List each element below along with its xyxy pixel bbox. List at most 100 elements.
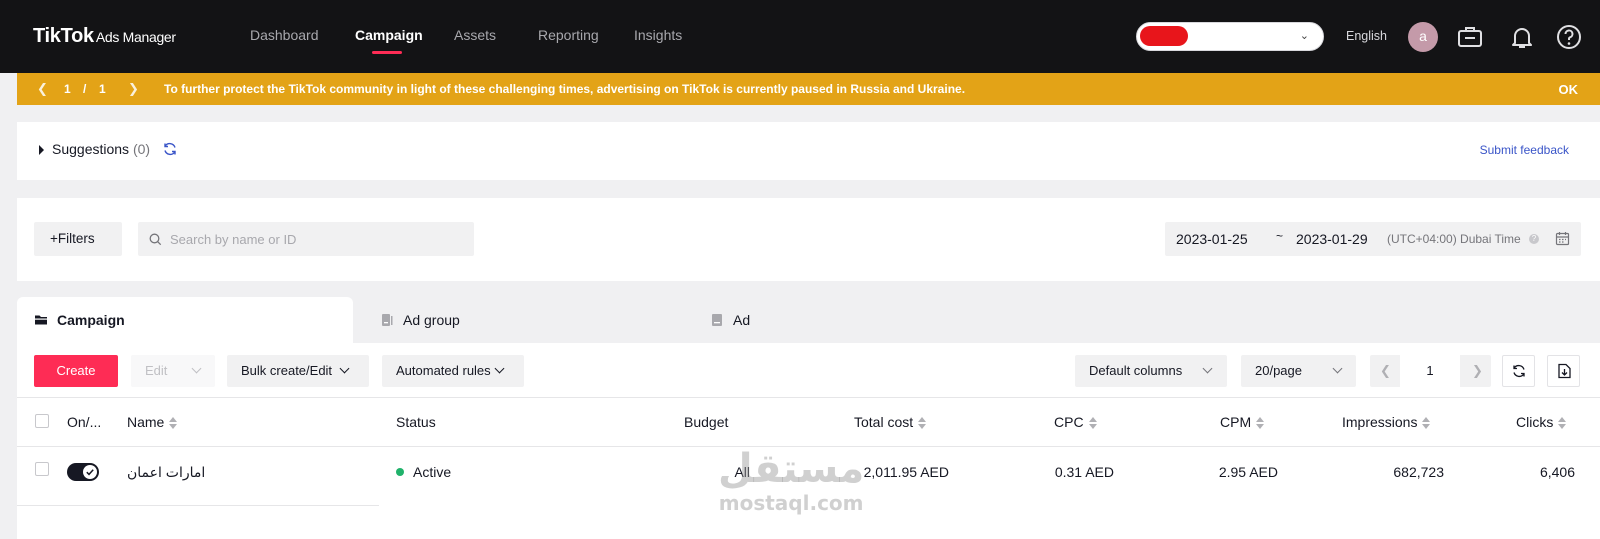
- create-button[interactable]: Create: [34, 355, 118, 387]
- level-tabs: Campaign Ad group Ad: [17, 297, 1600, 343]
- col-budget: Budget: [684, 414, 729, 430]
- refresh-icon[interactable]: [162, 141, 178, 160]
- tab-ad[interactable]: Ad: [693, 297, 1023, 343]
- nav-campaign[interactable]: Campaign: [355, 27, 423, 43]
- export-button[interactable]: [1547, 355, 1580, 387]
- chevron-down-icon: [1202, 363, 1213, 374]
- banner-ok-button[interactable]: OK: [1559, 82, 1579, 97]
- chevron-down-icon: [1332, 363, 1343, 374]
- campaign-cpc: 0.31 AED: [1054, 464, 1114, 480]
- expand-caret-icon[interactable]: [39, 145, 44, 155]
- search-icon: [149, 233, 162, 249]
- sort-icon[interactable]: [1558, 417, 1567, 430]
- col-cpc[interactable]: CPC: [1054, 414, 1097, 430]
- row-checkbox[interactable]: [35, 462, 49, 476]
- watermark-arabic: مستقل: [718, 446, 865, 492]
- info-icon[interactable]: ?: [1529, 234, 1539, 244]
- col-cpm-label: CPM: [1220, 414, 1252, 430]
- next-page-icon[interactable]: ❯: [1472, 363, 1483, 379]
- col-clicks[interactable]: Clicks: [1516, 414, 1567, 430]
- bulk-label: Bulk create/Edit: [241, 363, 333, 378]
- nav-insights[interactable]: Insights: [634, 27, 682, 43]
- bell-icon[interactable]: [1508, 23, 1536, 51]
- suggestions-panel: Suggestions (0) Submit feedback: [17, 122, 1600, 180]
- sort-icon[interactable]: [1256, 417, 1265, 430]
- col-onoff: On/...: [67, 414, 102, 430]
- tab-ad-group[interactable]: Ad group: [363, 297, 693, 343]
- bulk-create-edit-button[interactable]: Bulk create/Edit: [227, 355, 369, 387]
- nav-active-underline: [372, 51, 402, 54]
- plus-icon: +: [50, 231, 58, 246]
- date-start[interactable]: 2023-01-25: [1176, 231, 1248, 247]
- suggestions-count: (0): [132, 141, 151, 157]
- campaign-total-cost: 2,011.95 AED: [863, 464, 949, 480]
- calendar-icon[interactable]: [1555, 231, 1570, 249]
- nav-dashboard[interactable]: Dashboard: [250, 27, 319, 43]
- prev-page-icon[interactable]: ❮: [1380, 363, 1391, 379]
- filters-button[interactable]: +Filters: [34, 222, 122, 256]
- avatar[interactable]: a: [1408, 22, 1438, 52]
- default-columns-select[interactable]: Default columns: [1075, 355, 1227, 387]
- export-icon: [1558, 363, 1571, 379]
- banner-page-total: 1: [99, 82, 106, 96]
- redacted-account-name: [1140, 26, 1188, 46]
- tiktok-ads-manager-logo[interactable]: TikTok Ads Manager: [33, 25, 176, 48]
- page-size-label: 20/page: [1255, 363, 1302, 378]
- timezone-label: (UTC+04:00) Dubai Time: [1387, 232, 1521, 246]
- filter-bar: +Filters 2023-01-25 ~ 2023-01-29 (UTC+04…: [17, 198, 1600, 281]
- page-number-input[interactable]: 1: [1400, 355, 1460, 387]
- submit-feedback-link[interactable]: Submit feedback: [1480, 143, 1569, 157]
- select-all-checkbox[interactable]: [35, 414, 49, 428]
- refresh-button[interactable]: [1502, 355, 1535, 387]
- chevron-down-icon: [191, 363, 202, 374]
- tab-campaign-label: Campaign: [57, 312, 125, 328]
- briefcase-icon[interactable]: [1456, 23, 1484, 51]
- col-total-cost[interactable]: Total cost: [854, 414, 927, 430]
- suggestions-toggle[interactable]: Suggestions (0): [52, 141, 150, 157]
- date-separator: ~: [1276, 229, 1284, 243]
- refresh-icon: [1513, 364, 1525, 378]
- banner-prev-icon[interactable]: ❮: [37, 81, 48, 97]
- col-impressions-label: Impressions: [1342, 414, 1418, 430]
- banner-page-separator: /: [83, 82, 87, 96]
- chevron-down-icon: ⌄: [1299, 30, 1309, 42]
- notice-banner: ❮ 1 / 1 ❯ To further protect the TikTok …: [17, 73, 1600, 105]
- search-input[interactable]: [138, 222, 474, 256]
- columns-label: Default columns: [1089, 363, 1183, 378]
- tab-campaign[interactable]: Campaign: [17, 297, 353, 343]
- campaign-name-link[interactable]: امارات اعمان: [127, 464, 205, 481]
- banner-message: To further protect the TikTok community …: [164, 82, 966, 96]
- col-cpc-label: CPC: [1054, 414, 1084, 430]
- status-label: Active: [413, 464, 452, 480]
- mostaql-watermark: مستقل mostaql.com: [718, 449, 864, 515]
- account-selector[interactable]: ⌄: [1136, 22, 1324, 51]
- tab-ad-label: Ad: [733, 312, 751, 328]
- adgroup-icon: [380, 313, 394, 330]
- page-size-select[interactable]: 20/page: [1241, 355, 1356, 387]
- ad-icon: [710, 313, 724, 330]
- campaign-cpm: 2.95 AED: [1218, 464, 1278, 480]
- language-switcher[interactable]: English: [1346, 29, 1387, 43]
- campaign-status: Active: [396, 464, 451, 480]
- row-divider: [17, 505, 379, 506]
- campaign-on-off-toggle[interactable]: [67, 463, 99, 481]
- chevron-down-icon: [339, 363, 350, 374]
- check-icon: [86, 469, 94, 476]
- col-name[interactable]: Name: [127, 414, 178, 430]
- date-range-picker[interactable]: 2023-01-25 ~ 2023-01-29 (UTC+04:00) Duba…: [1165, 222, 1581, 256]
- nav-assets[interactable]: Assets: [454, 27, 496, 43]
- col-cpm[interactable]: CPM: [1220, 414, 1265, 430]
- sort-icon[interactable]: [1088, 417, 1097, 430]
- col-total-cost-label: Total cost: [854, 414, 914, 430]
- automated-rules-button[interactable]: Automated rules: [382, 355, 524, 387]
- nav-reporting[interactable]: Reporting: [538, 27, 599, 43]
- sort-icon[interactable]: [169, 417, 178, 430]
- campaign-impressions: 682,723: [1393, 464, 1444, 480]
- col-impressions[interactable]: Impressions: [1342, 414, 1431, 430]
- edit-button[interactable]: Edit: [131, 355, 215, 387]
- help-icon[interactable]: [1555, 23, 1583, 51]
- sort-icon[interactable]: [918, 417, 927, 430]
- date-end[interactable]: 2023-01-29: [1296, 231, 1368, 247]
- sort-icon[interactable]: [1422, 417, 1431, 430]
- banner-next-icon[interactable]: ❯: [128, 81, 139, 97]
